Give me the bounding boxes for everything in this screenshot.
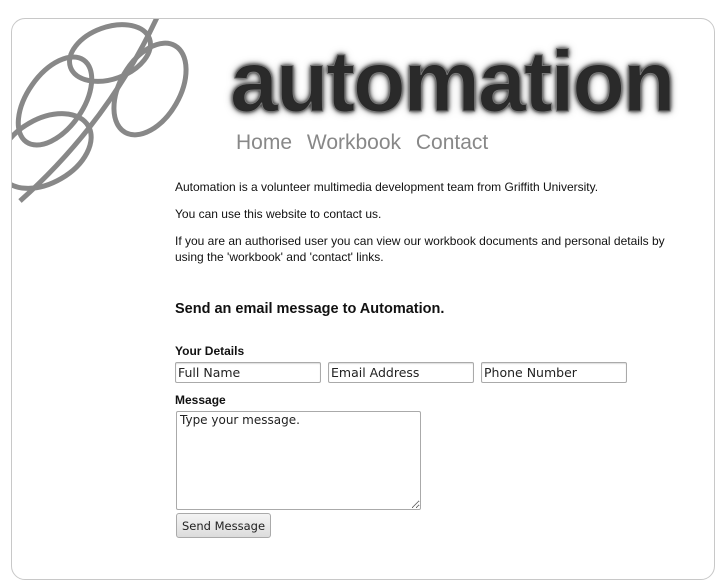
message-textarea[interactable]: Type your message. — [176, 411, 421, 510]
main-content: Automation is a volunteer multimedia dev… — [175, 179, 695, 538]
phone-input[interactable] — [481, 362, 627, 383]
page-card: automation Home Workbook Contact Automat… — [11, 18, 715, 580]
nav-workbook[interactable]: Workbook — [307, 131, 401, 154]
message-label: Message — [175, 393, 226, 407]
nav-contact[interactable]: Contact — [416, 131, 488, 154]
send-message-button[interactable]: Send Message — [176, 513, 272, 538]
form-title: Send an email message to Automation. — [175, 301, 445, 317]
intro-text: You can use this website to contact us. — [175, 207, 382, 221]
nav-home[interactable]: Home — [236, 131, 292, 154]
email-input[interactable] — [328, 362, 474, 383]
main-nav: Home Workbook Contact — [236, 131, 497, 155]
details-label: Your Details — [175, 344, 245, 358]
intro-text: Automation is a volunteer multimedia dev… — [175, 180, 599, 194]
intro-text: If you are an authorised user you can vi… — [175, 234, 665, 264]
full-name-input[interactable] — [175, 362, 321, 383]
site-logo: automation — [229, 34, 675, 130]
